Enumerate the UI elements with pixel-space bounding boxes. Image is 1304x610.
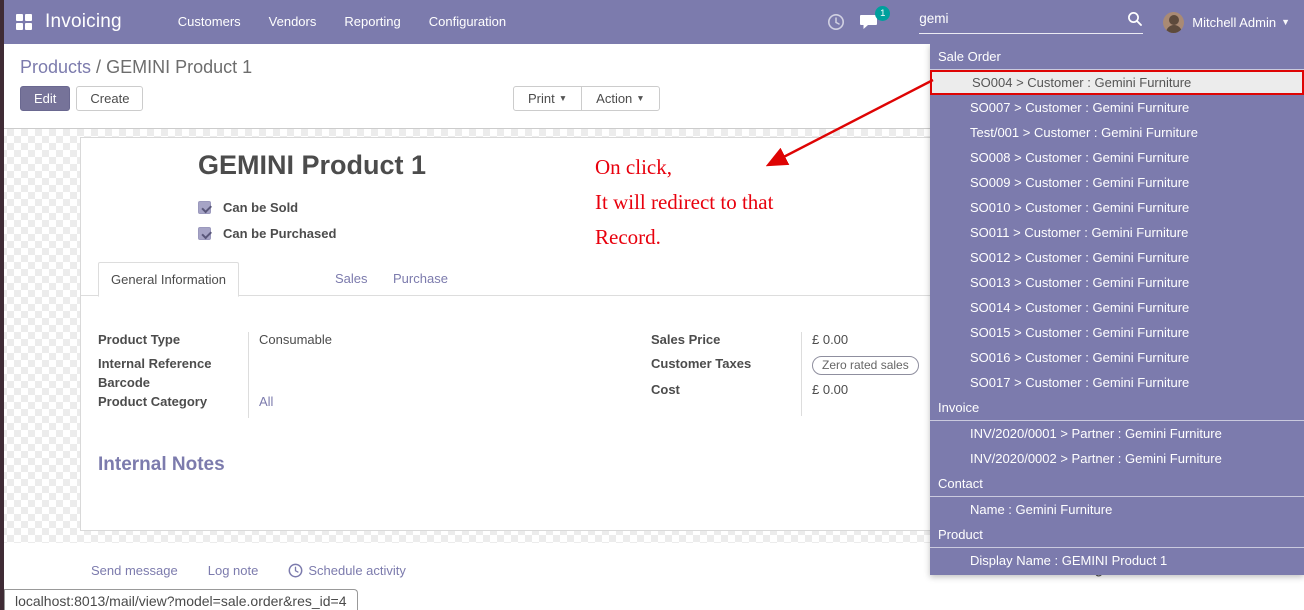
dropdown-item[interactable]: SO012 > Customer : Gemini Furniture	[930, 245, 1304, 270]
messages-count-badge: 1	[875, 6, 890, 21]
search-input[interactable]	[919, 11, 1127, 26]
tab-sales[interactable]: Sales	[319, 262, 384, 296]
user-menu-caret-icon[interactable]: ▼	[1281, 17, 1290, 27]
user-avatar[interactable]	[1163, 12, 1184, 33]
checkbox-checked-icon[interactable]	[198, 227, 211, 240]
top-navbar: Invoicing CustomersVendorsReportingConfi…	[0, 0, 1304, 44]
edit-button[interactable]: Edit	[20, 86, 70, 111]
product-title: GEMINI Product 1	[198, 150, 426, 181]
field-labels: Product Type Internal Reference Barcode …	[98, 332, 248, 418]
action-button[interactable]: Action▼	[581, 86, 660, 111]
log-note-button[interactable]: Log note	[208, 563, 259, 578]
menu-vendors[interactable]: Vendors	[255, 0, 331, 44]
internal-reference-value	[259, 356, 458, 375]
main-menu: CustomersVendorsReportingConfiguration	[164, 0, 520, 44]
browser-status-bar: localhost:8013/mail/view?model=sale.orde…	[4, 589, 358, 610]
tab-purchase[interactable]: Purchase	[377, 262, 464, 296]
navbar-right: 1 Mitchell Admin ▼	[827, 11, 1304, 34]
print-button[interactable]: Print▼	[513, 86, 582, 111]
product-type-value: Consumable	[259, 332, 458, 356]
dropdown-item[interactable]: SO013 > Customer : Gemini Furniture	[930, 270, 1304, 295]
user-name[interactable]: Mitchell Admin	[1192, 15, 1276, 30]
dropdown-item[interactable]: Display Name : GEMINI Product 1	[930, 548, 1304, 573]
field-group-left: Product Type Internal Reference Barcode …	[98, 332, 458, 418]
dropdown-item[interactable]: INV/2020/0002 > Partner : Gemini Furnitu…	[930, 446, 1304, 471]
activities-clock-icon[interactable]	[827, 13, 845, 31]
dropdown-item[interactable]: Name : Gemini Furniture	[930, 497, 1304, 522]
search-icon[interactable]	[1127, 11, 1143, 27]
product-category-link[interactable]: All	[259, 394, 458, 418]
dropdown-section-header: Contact	[930, 471, 1304, 497]
dropdown-item[interactable]: SO009 > Customer : Gemini Furniture	[930, 170, 1304, 195]
dropdown-item[interactable]: SO007 > Customer : Gemini Furniture	[930, 95, 1304, 120]
internal-notes-heading: Internal Notes	[98, 454, 225, 476]
dropdown-item[interactable]: SO011 > Customer : Gemini Furniture	[930, 220, 1304, 245]
dropdown-item[interactable]: SO004 > Customer : Gemini Furniture	[930, 70, 1304, 95]
global-search	[919, 11, 1143, 34]
screen-left-edge	[0, 0, 4, 610]
menu-configuration[interactable]: Configuration	[415, 0, 520, 44]
dropdown-section-header: Invoice	[930, 395, 1304, 421]
dropdown-item[interactable]: Test/001 > Customer : Gemini Furniture	[930, 120, 1304, 145]
breadcrumb-products-link[interactable]: Products	[20, 57, 91, 77]
breadcrumb: Products / GEMINI Product 1	[20, 57, 252, 78]
form-buttons: Edit Create	[20, 86, 143, 111]
menu-customers[interactable]: Customers	[164, 0, 255, 44]
schedule-activity-button[interactable]: Schedule activity	[288, 563, 406, 578]
dropdown-item[interactable]: SO008 > Customer : Gemini Furniture	[930, 145, 1304, 170]
dropdown-item[interactable]: SO014 > Customer : Gemini Furniture	[930, 295, 1304, 320]
dropdown-item[interactable]: SO016 > Customer : Gemini Furniture	[930, 345, 1304, 370]
clock-icon	[288, 563, 303, 578]
create-button[interactable]: Create	[76, 86, 143, 111]
dropdown-section-header: Product	[930, 522, 1304, 548]
dropdown-item[interactable]: INV/2020/0001 > Partner : Gemini Furnitu…	[930, 421, 1304, 446]
print-caret-icon: ▼	[559, 93, 567, 103]
apps-menu-icon[interactable]	[16, 14, 32, 30]
dropdown-item[interactable]: SO015 > Customer : Gemini Furniture	[930, 320, 1304, 345]
checkbox-checked-icon[interactable]	[198, 201, 211, 214]
dropdown-item[interactable]: SO010 > Customer : Gemini Furniture	[930, 195, 1304, 220]
menu-reporting[interactable]: Reporting	[330, 0, 414, 44]
odoo-app-window: Invoicing CustomersVendorsReportingConfi…	[0, 0, 1304, 610]
action-caret-icon: ▼	[636, 93, 644, 103]
field-labels: Sales Price Customer Taxes Cost	[651, 332, 801, 416]
breadcrumb-current: GEMINI Product 1	[106, 57, 252, 77]
print-action-group: Print▼ Action▼	[513, 86, 660, 111]
customer-taxes-tag[interactable]: Zero rated sales	[812, 356, 919, 375]
field-values: Consumable All	[248, 332, 458, 418]
search-dropdown: Sale OrderSO004 > Customer : Gemini Furn…	[930, 44, 1304, 575]
barcode-value	[259, 375, 458, 394]
dropdown-section-header: Sale Order	[930, 44, 1304, 70]
can-be-sold-checkbox[interactable]: Can be Sold	[198, 200, 298, 215]
app-title[interactable]: Invoicing	[45, 11, 122, 33]
dropdown-item[interactable]: SO017 > Customer : Gemini Furniture	[930, 370, 1304, 395]
annotation-note: On click, It will redirect to that Recor…	[595, 150, 773, 255]
breadcrumb-separator: /	[91, 57, 106, 77]
tab-general-information[interactable]: General Information	[98, 262, 239, 297]
can-be-purchased-checkbox[interactable]: Can be Purchased	[198, 226, 336, 241]
messages-icon[interactable]: 1	[859, 13, 879, 31]
send-message-button[interactable]: Send message	[91, 563, 178, 578]
